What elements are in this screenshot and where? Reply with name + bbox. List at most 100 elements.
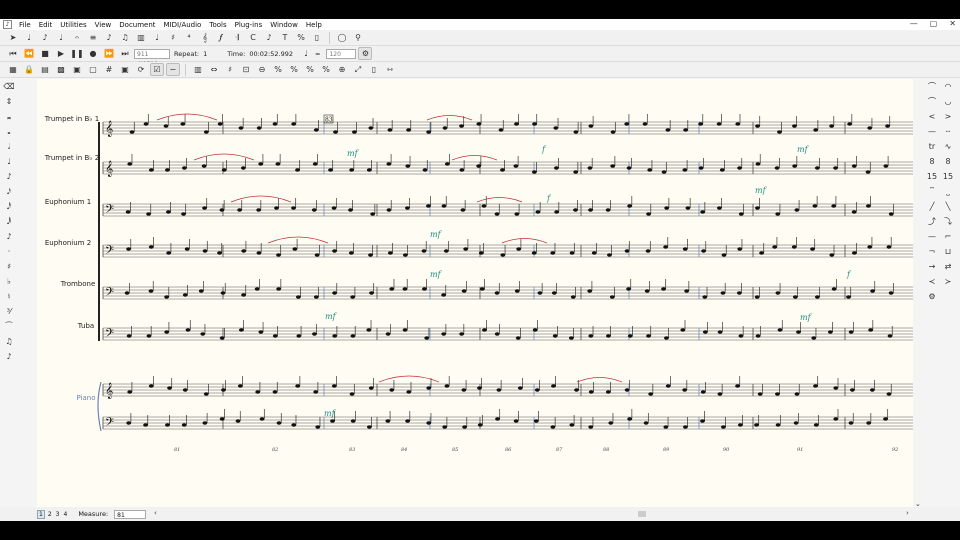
decrescendo-icon[interactable]: > — [941, 111, 955, 123]
tuplet-icon[interactable]: ³⁄ — [2, 306, 16, 318]
menu-utilities[interactable]: Utilities — [56, 21, 90, 29]
guitar-bend-icon[interactable]: ⤵ — [941, 216, 955, 228]
page-tab-3[interactable]: 3 — [55, 511, 61, 518]
view-scroll-icon[interactable]: ⇿ — [383, 63, 397, 76]
menu-plugins[interactable]: Plug-ins — [231, 21, 267, 29]
stop-icon[interactable]: ■ — [38, 47, 52, 60]
maximize-button[interactable]: ▢ — [930, 19, 938, 28]
layout-icon[interactable]: ▩ — [54, 63, 68, 76]
scrollbar-thumb[interactable] — [638, 511, 646, 517]
rewind-icon[interactable]: ⏪ — [22, 47, 36, 60]
bracket-icon[interactable]: ⎴ — [925, 186, 939, 198]
page-tab-4[interactable]: 4 — [62, 511, 68, 518]
chord-tool-icon[interactable]: C — [246, 31, 260, 44]
page-tab-2[interactable]: 2 — [47, 511, 53, 518]
forward-to-end-icon[interactable]: ⏭ — [118, 47, 132, 60]
horizontal-scrollbar[interactable] — [156, 510, 912, 518]
note-tool-icon[interactable]: ♪ — [102, 31, 116, 44]
page-layout-icon[interactable]: ▯ — [310, 31, 324, 44]
bend-icon[interactable]: ⤴ — [925, 216, 939, 228]
eighth-note-icon[interactable]: ♪ — [2, 171, 16, 183]
zoom-out-icon[interactable]: ⊖ — [255, 63, 269, 76]
custom-line-2-icon[interactable]: ⌐ — [941, 231, 955, 243]
octave-down-icon[interactable]: 8 — [941, 156, 955, 168]
fit-music-icon[interactable]: ⇔ — [207, 63, 221, 76]
sixteenth-note-icon[interactable]: 𝅘𝅥𝅯 — [2, 186, 16, 198]
note-mover-icon[interactable]: ♩ — [54, 31, 68, 44]
pause-icon[interactable]: ❚❚ — [70, 47, 84, 60]
grace-note-icon[interactable]: ♪ — [2, 231, 16, 243]
tempo-tool-icon[interactable]: ♩ — [150, 31, 164, 44]
repeat-value[interactable]: 1 — [203, 50, 207, 58]
natural-icon[interactable]: ♮ — [2, 291, 16, 303]
transpose-icon[interactable]: ♯ — [223, 63, 237, 76]
scroll-right-icon[interactable]: › — [906, 509, 909, 517]
fast-forward-icon[interactable]: ⏩ — [102, 47, 116, 60]
record-icon[interactable]: ● — [86, 47, 100, 60]
frame-icon[interactable]: ▣ — [118, 63, 132, 76]
slur-icon[interactable]: ⌒ — [925, 81, 939, 93]
scroll-left-icon[interactable]: ‹ — [154, 509, 157, 517]
minimize-button[interactable]: — — [910, 19, 918, 28]
hand-grabber-icon[interactable]: ◯ — [335, 31, 349, 44]
menu-edit[interactable]: Edit — [35, 21, 57, 29]
hairpin-icon[interactable]: ≺ — [925, 276, 939, 288]
fifteen-down-icon[interactable]: 15 — [941, 171, 955, 183]
refresh-icon[interactable]: ⟳ — [134, 63, 148, 76]
octave-up-icon[interactable]: 8 — [925, 156, 939, 168]
crescendo-icon[interactable]: < — [925, 111, 939, 123]
eraser-icon[interactable]: ⌫ — [2, 81, 16, 93]
tie-shape-icon[interactable]: ⌒ — [925, 96, 939, 108]
zoom-400-icon[interactable]: % — [319, 63, 333, 76]
articulation-tool-icon[interactable]: 𝄐 — [70, 31, 84, 44]
glissando-icon[interactable]: ╱ — [925, 201, 939, 213]
curve-down-icon[interactable]: ◡ — [941, 96, 955, 108]
score-page[interactable]: Trumpet in B♭ 1 Trumpet in B♭ 2 Euphoniu… — [37, 79, 913, 511]
lyrics-tool-icon[interactable]: ♪ — [262, 31, 276, 44]
select-icon[interactable]: ⇕ — [2, 96, 16, 108]
counter-field[interactable]: 911 4|0518 — [134, 48, 170, 68]
play-icon[interactable]: ▶ — [54, 47, 68, 60]
text-tool-icon[interactable]: T — [278, 31, 292, 44]
measure-tool-icon[interactable]: ▥ — [134, 31, 148, 44]
curve-icon[interactable]: ∽ — [166, 63, 180, 76]
palette-settings-icon[interactable]: ⚙ — [925, 291, 939, 303]
measure-field[interactable]: 81 — [114, 509, 147, 519]
menu-view[interactable]: View — [91, 21, 116, 29]
menu-file[interactable]: File — [15, 21, 35, 29]
thirtysecond-note-icon[interactable]: 𝅘𝅥𝅰 — [2, 201, 16, 213]
zoom-tool-icon[interactable]: ⚲ — [351, 31, 365, 44]
time-signature-icon[interactable]: ⁴ — [182, 31, 196, 44]
double-arrow-icon[interactable]: ⇄ — [941, 261, 955, 273]
dashed-line-icon[interactable]: ┄ — [941, 126, 955, 138]
resize-icon[interactable]: ▣ — [70, 63, 84, 76]
resize-page-icon[interactable]: ⊡ — [239, 63, 253, 76]
page-icon[interactable]: ▢ — [86, 63, 100, 76]
simple-entry-icon[interactable]: ♩ — [22, 31, 36, 44]
tuplet-tool-icon[interactable]: ♫ — [118, 31, 132, 44]
menu-midi-audio[interactable]: MIDI/Audio — [160, 21, 206, 29]
arrow-icon[interactable]: → — [925, 261, 939, 273]
sixtyfourth-note-icon[interactable]: 𝅘𝅥𝅱 — [2, 216, 16, 228]
quarter-note-icon[interactable]: ♩ — [2, 156, 16, 168]
trill-ext-icon[interactable]: ∿ — [941, 141, 955, 153]
bracket-down-icon[interactable]: ⎵ — [941, 186, 955, 198]
selection-tool-icon[interactable]: ➤ — [6, 31, 20, 44]
close-button[interactable]: ✕ — [949, 19, 956, 28]
check-icon[interactable]: ☑ — [150, 63, 164, 76]
speedy-entry-icon[interactable]: ♪ — [38, 31, 52, 44]
fifteen-up-icon[interactable]: 15 — [925, 171, 939, 183]
scroll-down-icon[interactable]: ⌄ — [915, 500, 921, 508]
tie-icon[interactable]: ⁀ — [2, 321, 16, 333]
staff-view-icon[interactable]: ▤ — [38, 63, 52, 76]
lock-icon[interactable]: 🔒 — [22, 63, 36, 76]
zoom-fit-icon[interactable]: ⤢ — [351, 63, 365, 76]
beam-icon[interactable]: ♫ — [2, 336, 16, 348]
dot-icon[interactable]: · — [2, 246, 16, 258]
tab-slide-icon[interactable]: ╲ — [941, 201, 955, 213]
repeat-tool-icon[interactable]: 𝄇 — [230, 31, 244, 44]
zoom-200-icon[interactable]: % — [303, 63, 317, 76]
breve-note-icon[interactable]: 𝅜 — [2, 111, 16, 123]
zoom-75-icon[interactable]: % — [271, 63, 285, 76]
expression-tool-icon[interactable]: 𝆑 — [214, 31, 228, 44]
